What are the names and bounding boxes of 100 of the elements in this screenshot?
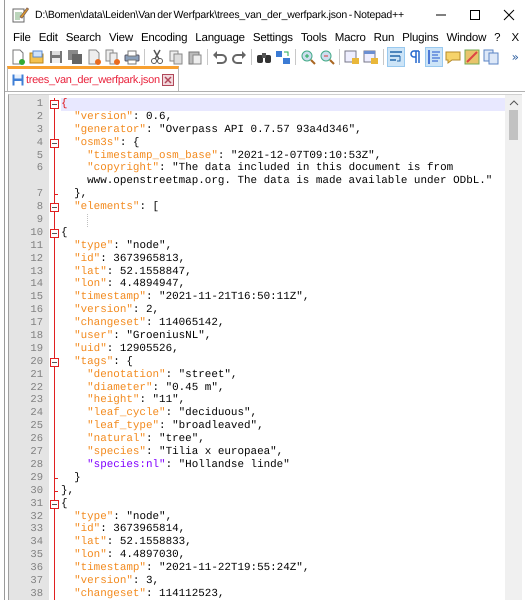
files-close-button[interactable] — [104, 47, 122, 67]
line-number: 36 — [29, 562, 44, 575]
line-number: 29 — [29, 472, 44, 485]
find-replace-icon — [275, 49, 291, 65]
line-number: 1 — [36, 98, 44, 111]
speech-bubble-icon — [445, 49, 461, 65]
line-number: 13 — [29, 266, 44, 278]
menu-item[interactable]: Macro — [330, 32, 370, 44]
code-line: }, — [61, 484, 76, 498]
code-line: "osm3s": { — [73, 136, 140, 150]
line-number: 3 — [36, 124, 44, 137]
close-document-button[interactable]: X — [508, 32, 525, 44]
scrollbar-thumb[interactable] — [509, 110, 518, 140]
code-line: "user": "GroeniusNL", — [73, 330, 212, 343]
line-number: 14 — [29, 278, 44, 292]
documents-icon — [483, 49, 499, 65]
window-lock-icon — [344, 49, 360, 65]
files-close-icon — [105, 49, 121, 65]
menu-item[interactable]: Tools — [296, 32, 331, 44]
line-number: 34 — [29, 536, 44, 550]
line-number: 26 — [29, 433, 44, 446]
floppy-disks-icon — [67, 49, 83, 65]
code-line: "version": 0.6, — [73, 110, 174, 124]
code-line: "height": "11", — [86, 394, 186, 407]
line-number: 7 — [36, 188, 44, 202]
line-number: 25 — [29, 420, 44, 434]
overflow-button[interactable]: » — [512, 50, 519, 64]
code-line: "changeset": 114065142, — [73, 317, 226, 330]
code-line: "type": "node", — [73, 240, 174, 253]
line-number: 32 — [29, 510, 44, 524]
code-line: "generator": "Overpass API 0.7.57 93a4d346", — [73, 124, 363, 137]
menu-item[interactable]: File — [9, 32, 35, 44]
folder-icon — [29, 49, 45, 65]
line-number: 17 — [29, 317, 44, 330]
window-lock-icon — [363, 49, 379, 65]
menu-item[interactable]: Edit — [34, 32, 62, 44]
code-line: "lat": 52.1558833, — [73, 536, 193, 549]
code-line: "timestamp": "2021-11-21T16:50:11Z", — [73, 291, 310, 304]
menu-item[interactable]: ? — [490, 32, 504, 44]
line-number: 9 — [36, 214, 44, 227]
line-number: 33 — [29, 523, 44, 536]
scroll-up-icon[interactable] — [508, 100, 518, 106]
menu-item[interactable]: Window — [442, 32, 490, 44]
code-line: "id": 3673965814, — [73, 523, 186, 536]
code-line: "timestamp_osm_base": "2021-12-07T09:10:53Z", — [86, 150, 382, 162]
line-number: 35 — [29, 549, 44, 562]
window-title: D:\Bomen\data\Leiden\Van der Werfpark\trees_van_der_werfpark.json - Notepad++ — [35, 9, 405, 21]
menu-item[interactable]: Encoding — [136, 32, 192, 44]
menu-item[interactable]: View — [105, 32, 137, 44]
line-number: 19 — [29, 342, 44, 356]
line-number: 38 — [29, 588, 44, 600]
code-line: "changeset": 114112523, — [73, 588, 226, 600]
code-line: "lon": 4.4897030, — [73, 549, 186, 562]
notepad-icon — [11, 6, 29, 24]
code-line: "species": "Tilia x europaea", — [86, 446, 284, 459]
code-line: "elements": [ — [73, 201, 160, 214]
menu-item[interactable]: Search — [62, 32, 106, 44]
code-line: "diameter": "0.45 m", — [86, 382, 226, 394]
line-number: 2 — [36, 110, 44, 124]
documents-button[interactable] — [482, 47, 500, 67]
file-tab[interactable]: trees_van_der_werfpark.json — [7, 66, 179, 91]
menu-item[interactable]: Run — [370, 32, 398, 44]
menu-item[interactable]: Language — [191, 32, 249, 44]
menu-item[interactable]: Plugins — [398, 32, 442, 44]
code-line: "type": "node", — [73, 510, 174, 523]
code-line: www.openstreetmap.org. The data is made available under ODbL." — [86, 175, 494, 188]
line-number: 4 — [36, 136, 44, 150]
word-wrap-button[interactable] — [387, 47, 405, 67]
scissors-icon — [149, 49, 165, 65]
line-number: 37 — [29, 574, 44, 588]
line-number: 23 — [29, 394, 44, 408]
line-number: 31 — [29, 498, 44, 510]
line-number: 28 — [29, 458, 44, 472]
floppy-disks-button[interactable] — [66, 47, 84, 67]
close-icon[interactable] — [503, 9, 515, 21]
code-line: "copyright": "The data included in this document is from — [86, 162, 454, 175]
zoom-out-icon — [319, 49, 335, 65]
code-line: "tags": { — [73, 356, 134, 369]
code-line: "timestamp": "2021-11-22T19:55:24Z", — [73, 562, 310, 575]
line-number: 16 — [29, 304, 44, 318]
clipboard-icon — [187, 49, 203, 65]
menu-item[interactable]: Settings — [248, 32, 297, 44]
code-line: "natural": "tree", — [86, 433, 206, 446]
line-number: 15 — [29, 291, 44, 304]
code-line: "id": 3673965813, — [73, 252, 186, 266]
line-number: 24 — [29, 407, 44, 420]
code-line: }, — [73, 188, 88, 201]
map-button[interactable] — [463, 47, 481, 67]
indent-guide-button[interactable] — [425, 47, 443, 67]
scrollbar[interactable] — [505, 95, 522, 600]
code-line: "version": 2, — [73, 304, 160, 317]
maximize-icon[interactable] — [469, 9, 481, 21]
copy-icon — [168, 49, 184, 65]
code-line: "species:nl": "Hollandse linde" — [86, 458, 291, 472]
close-tab-icon[interactable] — [162, 74, 174, 86]
line-number: 20 — [29, 356, 44, 369]
scissors-button[interactable] — [148, 47, 166, 67]
undo-icon — [212, 49, 228, 65]
code-line: { — [61, 498, 69, 510]
code-line: } — [73, 472, 82, 485]
